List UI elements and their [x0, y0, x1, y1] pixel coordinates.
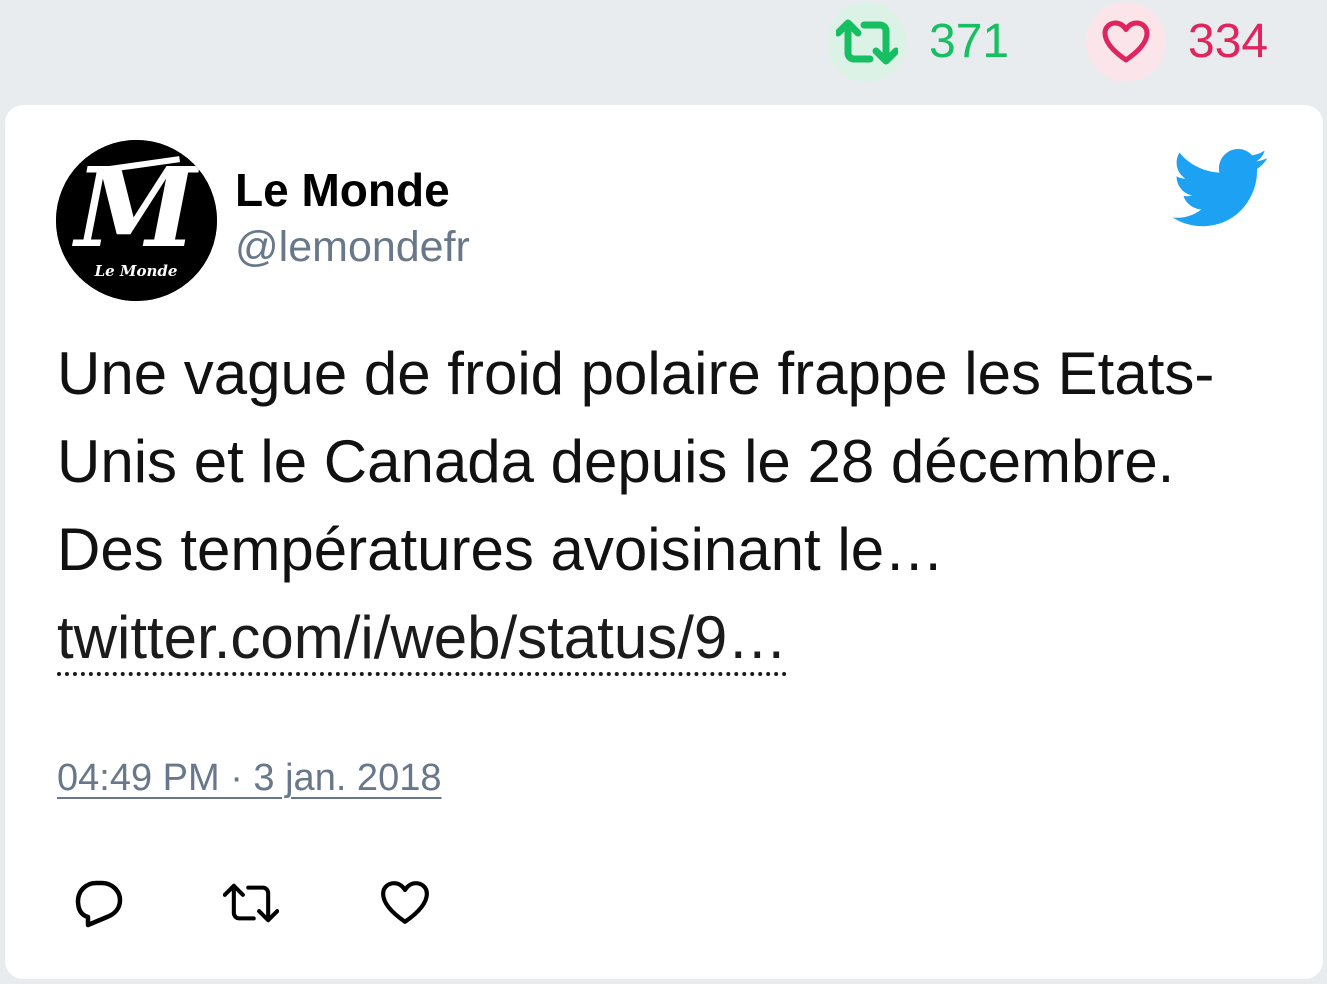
retweet-stat-bubble[interactable]	[827, 2, 907, 82]
engagement-bar: 371 334	[0, 0, 1327, 100]
tweet-timestamp[interactable]: 04:49 PM · 3 jan. 2018	[57, 757, 441, 800]
le-monde-logo-icon: M Le Monde	[56, 140, 217, 301]
author-name[interactable]: Le Monde	[235, 163, 450, 217]
tweet-body: Une vague de froid polaire frappe les Et…	[57, 340, 1215, 583]
twitter-bird-icon[interactable]	[1173, 149, 1269, 227]
tweet-card: M Le Monde Le Monde @lemondefr Une vague…	[5, 105, 1323, 979]
tweet-text: Une vague de froid polaire frappe les Et…	[57, 330, 1287, 682]
like-button[interactable]	[377, 875, 433, 931]
retweet-button[interactable]	[223, 875, 279, 931]
heart-icon	[381, 881, 429, 924]
heart-icon	[1102, 20, 1150, 63]
retweet-stat[interactable]: 371	[827, 2, 1009, 82]
retweet-icon	[223, 883, 279, 923]
reply-icon	[75, 880, 123, 928]
retweet-icon	[836, 19, 898, 65]
like-stat[interactable]: 334	[1086, 2, 1268, 82]
like-count: 334	[1188, 15, 1269, 68]
author-handle[interactable]: @lemondefr	[235, 223, 470, 272]
like-stat-bubble[interactable]	[1086, 2, 1166, 82]
avatar[interactable]: M Le Monde	[56, 140, 217, 301]
retweet-count: 371	[929, 15, 1010, 68]
avatar-wordmark: Le Monde	[94, 262, 178, 280]
tweet-link[interactable]: twitter.com/i/web/status/9…	[57, 604, 787, 671]
reply-button[interactable]	[71, 875, 127, 931]
